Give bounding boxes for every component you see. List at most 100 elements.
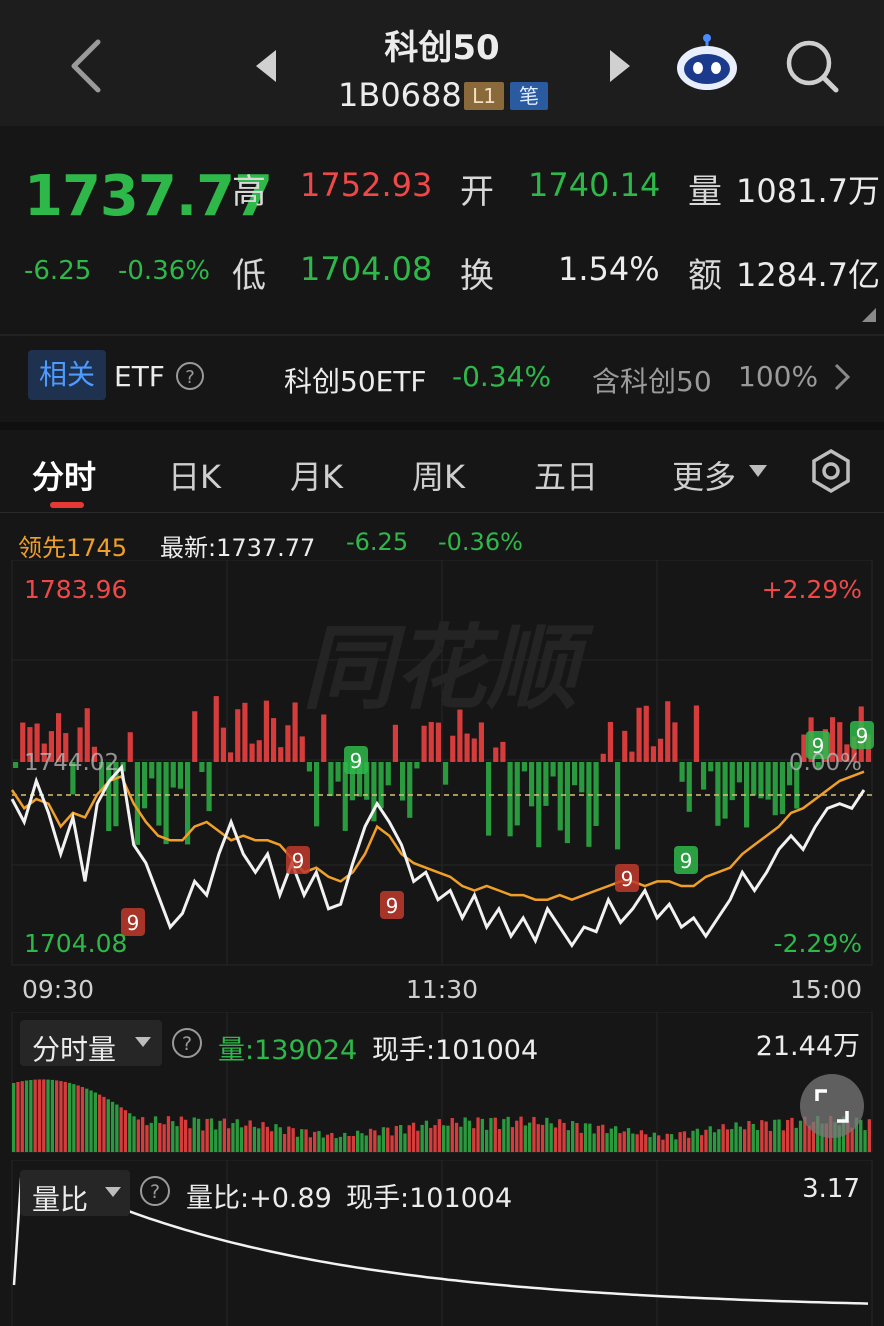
svg-text:?: ? [185,367,195,388]
volume-bar [196,1118,201,1152]
signal-marker[interactable]: 9 [674,846,698,874]
sell-bar [514,762,520,826]
volume-indicator-selector[interactable]: 分时量 [20,1020,162,1066]
volume-bar [110,1101,115,1152]
volume-bar [287,1126,291,1152]
etf-change: -0.34% [452,360,552,393]
volume-bar [334,1138,338,1152]
volume-bar [867,1119,871,1152]
sell-bar [615,762,621,850]
sell-bar [529,762,535,807]
volume-bar [596,1125,601,1152]
back-arrow-icon[interactable] [60,36,110,96]
help-icon[interactable]: ? [170,1026,204,1060]
signal-marker[interactable]: 9 [344,746,368,774]
volume-bar [454,1122,459,1152]
volume-bar [63,1081,67,1152]
sell-bar [314,762,320,827]
help-icon[interactable]: ? [138,1174,172,1208]
help-icon[interactable]: ? [174,360,206,392]
volume-bar [760,1120,764,1152]
signal-marker[interactable]: 9 [286,846,310,874]
tick-badge[interactable]: 笔 [510,82,548,110]
volume-bar [558,1119,562,1152]
volume-bar [132,1116,136,1152]
robot-assistant-icon[interactable] [674,32,740,94]
fullscreen-button[interactable] [800,1074,864,1138]
volume-bar [751,1123,755,1152]
sell-bar [149,762,155,779]
signal-marker[interactable]: 9 [850,721,874,749]
etf-contains: 含科创50 [592,365,712,398]
tab-monthly-k[interactable]: 月K [290,452,343,498]
sell-bar [536,762,542,848]
volume-bar [102,1096,106,1152]
volume-bar [497,1129,502,1152]
sell-bar [199,762,205,772]
volume-bar [171,1121,175,1152]
settings-icon[interactable] [808,448,854,494]
volume-bar [695,1128,699,1152]
etf-name: 科创50ETF [284,365,427,398]
volume-bar [446,1125,450,1152]
tab-weekly-k[interactable]: 周K [412,452,465,498]
volume-bar [523,1125,527,1152]
intraday-chart[interactable]: 同花顺 9999999 9 1783.96 1744.02 1704.08 +2.… [0,560,884,1010]
sell-bar [134,762,140,845]
buy-bar [464,733,470,762]
volume-bar [734,1122,738,1152]
volume-bar [360,1133,364,1152]
volume-bar [790,1117,794,1152]
volume-bar [618,1133,622,1152]
volume-value-label: 量:139024 [218,1035,358,1066]
search-icon[interactable] [782,36,842,96]
tab-five-day[interactable]: 五日 [534,452,598,498]
volume-bar [214,1129,218,1152]
buy-bar [235,709,241,762]
volume-bar [313,1131,317,1152]
tab-daily-k[interactable]: 日K [168,452,221,498]
tab-more[interactable]: 更多 [672,452,736,498]
volume-bar [863,1130,867,1152]
buy-bar [242,702,248,762]
dropdown-icon [135,1037,151,1047]
time-label-open: 09:30 [22,975,94,1004]
pct-axis-min: -2.29% [774,929,862,958]
prev-stock-icon[interactable] [252,48,282,84]
time-label-close: 15:00 [790,975,862,1004]
volume-bar [158,1122,162,1152]
sell-bar [751,762,757,796]
etf-weight: 100% [738,360,819,393]
signal-marker[interactable]: 9 [615,864,639,892]
buy-bar [249,743,255,762]
buy-bar [658,738,664,762]
volume-bar [433,1125,437,1152]
volume-bar [179,1116,183,1152]
volume-bar [72,1084,76,1152]
related-tag: 相关 [28,350,106,400]
svg-text:9: 9 [680,849,693,873]
related-etf-row[interactable]: 相关 ETF ? 科创50ETF -0.34% 含科创50 100% [0,336,884,422]
volume-bar [239,1127,244,1152]
volume-bar [343,1132,347,1152]
signal-marker[interactable]: 9 [380,891,404,919]
divider [0,422,884,430]
buy-bar [607,721,613,762]
volume-bar [588,1123,592,1152]
sell-bar [586,762,592,847]
volume-bar [592,1133,596,1152]
chevron-right-icon[interactable] [832,362,854,392]
volume-bar [188,1128,192,1152]
expand-corner-icon[interactable] [860,306,878,324]
volume-bar [798,1120,803,1152]
dropdown-icon[interactable] [748,464,768,478]
buy-bar [392,724,398,762]
tab-intraday[interactable]: 分时 [32,452,96,498]
ratio-indicator-name: 量比 [32,1183,89,1216]
ratio-indicator-selector[interactable]: 量比 [20,1170,130,1216]
next-stock-icon[interactable] [604,48,634,84]
volume-bar [278,1127,282,1152]
quote-panel: 1737.77 -6.25 -0.36% 高 1752.93 开 1740.14… [0,126,884,334]
sell-bar [772,762,778,816]
price-change: -6.25 [24,256,92,286]
